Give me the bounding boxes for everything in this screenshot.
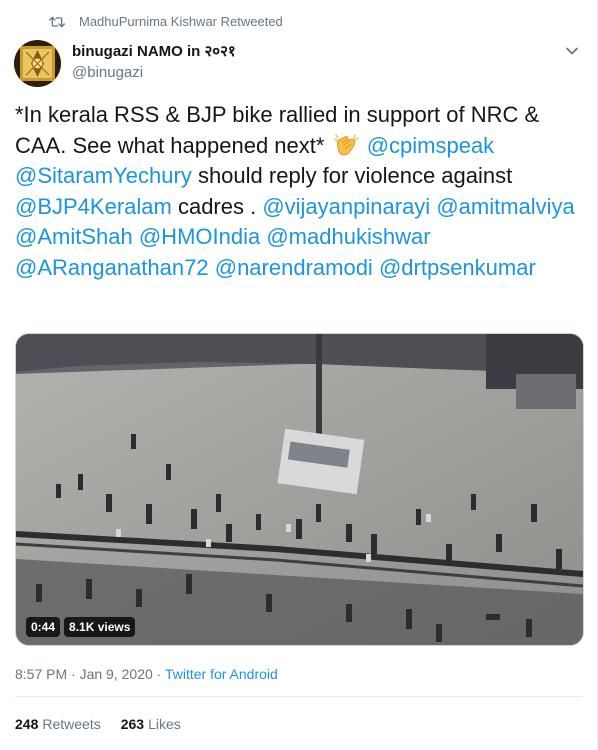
mention-link[interactable]: @HMOIndia (139, 224, 260, 249)
avatar[interactable] (14, 40, 61, 87)
video-badges: 0:44 8.1K views (26, 617, 136, 637)
mention-link[interactable]: @amitmalviya (436, 194, 574, 219)
tweet-source-link[interactable]: Twitter for Android (165, 666, 278, 682)
meta-separator-2: · (152, 666, 165, 682)
tweet-time[interactable]: 8:57 PM (15, 666, 67, 682)
retweets-count: 248 (15, 716, 39, 732)
tweet-meta: 8:57 PM · Jan 9, 2020 · Twitter for Andr… (15, 666, 278, 682)
chevron-down-icon[interactable] (565, 44, 579, 58)
retweet-icon (49, 16, 65, 27)
mention-link[interactable]: @BJP4Keralam (15, 194, 172, 219)
tweet-card: MadhuPurnima Kishwar Retweeted binugazi … (0, 0, 598, 750)
tweet-stats: 248 Retweets 263 Likes (15, 716, 181, 732)
mention-link[interactable]: @AmitShah (15, 224, 133, 249)
video-duration: 0:44 (26, 617, 61, 637)
mention-link[interactable]: @narendramodi (215, 255, 373, 280)
author-info[interactable]: binugazi NAMO in २०२१ @binugazi (72, 42, 236, 83)
likes-label: Likes (148, 716, 181, 732)
tweet-text-segment: cadres . (171, 193, 263, 219)
mention-link[interactable]: @vijayanpinarayi (262, 194, 430, 219)
video-views: 8.1K views (64, 617, 136, 637)
meta-separator: · (67, 666, 80, 682)
mention-link[interactable]: @SitaramYechury (15, 163, 192, 188)
mention-link[interactable]: @ARanganathan72 (15, 255, 209, 280)
tweet-text-segment: should reply for violence against (191, 163, 513, 188)
video-player[interactable]: 0:44 8.1K views (15, 333, 584, 646)
author-display-name[interactable]: binugazi NAMO in २०२१ (72, 42, 236, 62)
mention-link[interactable]: @cpimspeak (367, 133, 495, 158)
clapping-hands-icon (333, 133, 359, 157)
likes-count: 263 (120, 716, 145, 732)
mention-link[interactable]: @drtpsenkumar (379, 255, 536, 280)
divider (15, 696, 582, 697)
tweet-date[interactable]: Jan 9, 2020 (80, 666, 153, 682)
retweets-stat[interactable]: 248 Retweets (15, 716, 101, 732)
video-thumbnail (16, 334, 583, 645)
tweet-text: *In kerala RSS & BJP bike rallied in sup… (15, 100, 585, 283)
retweet-indicator: MadhuPurnima Kishwar Retweeted (49, 14, 283, 29)
mention-link[interactable]: @madhukishwar (266, 224, 430, 249)
avatar-image (14, 40, 61, 87)
retweets-label: Retweets (42, 716, 101, 732)
likes-stat[interactable]: 263 Likes (121, 716, 181, 732)
author-handle[interactable]: @binugazi (72, 63, 236, 83)
retweet-label: MadhuPurnima Kishwar Retweeted (79, 14, 283, 29)
